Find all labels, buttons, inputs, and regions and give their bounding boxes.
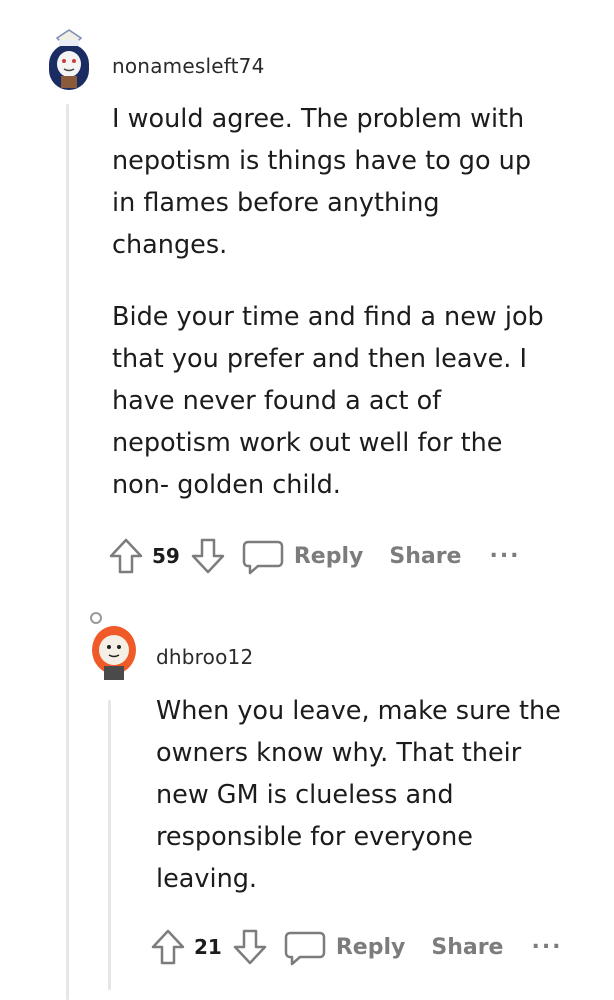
more-options-button[interactable]: ... [531,929,562,954]
username[interactable]: dhbroo12 [156,645,253,669]
thread-line-reply[interactable] [108,700,111,990]
comment-bubble-icon[interactable] [284,927,326,967]
share-button[interactable]: Share [389,544,461,569]
downvote-arrow-icon[interactable] [190,536,226,576]
comment-paragraph: I would agree. The problem with nepotism… [112,104,532,260]
avatar[interactable] [84,610,140,682]
comment-body: I would agree. The problem with nepotism… [112,98,552,506]
comment-bubble-icon[interactable] [242,536,284,576]
comment-body: When you leave, make sure the owners kno… [156,690,576,900]
reply-button[interactable]: Reply [294,544,364,569]
share-button[interactable]: Share [431,935,503,960]
comment-actions: 21 Reply Share ... [150,925,563,969]
vote-count: 21 [194,935,222,959]
avatar[interactable] [43,28,95,90]
vote-count: 59 [152,544,180,568]
upvote-arrow-icon[interactable] [108,536,144,576]
upvote-arrow-icon[interactable] [150,927,186,967]
comment-paragraph: Bide your time and find a new job that y… [112,302,544,500]
username[interactable]: nonamesleft74 [112,54,265,78]
comment-actions: 59 Reply Share ... [108,534,521,578]
reply-button[interactable]: Reply [336,935,406,960]
thread-line-main[interactable] [66,104,69,1000]
downvote-arrow-icon[interactable] [232,927,268,967]
comment-paragraph: When you leave, make sure the owners kno… [156,696,561,894]
more-options-button[interactable]: ... [489,538,520,563]
